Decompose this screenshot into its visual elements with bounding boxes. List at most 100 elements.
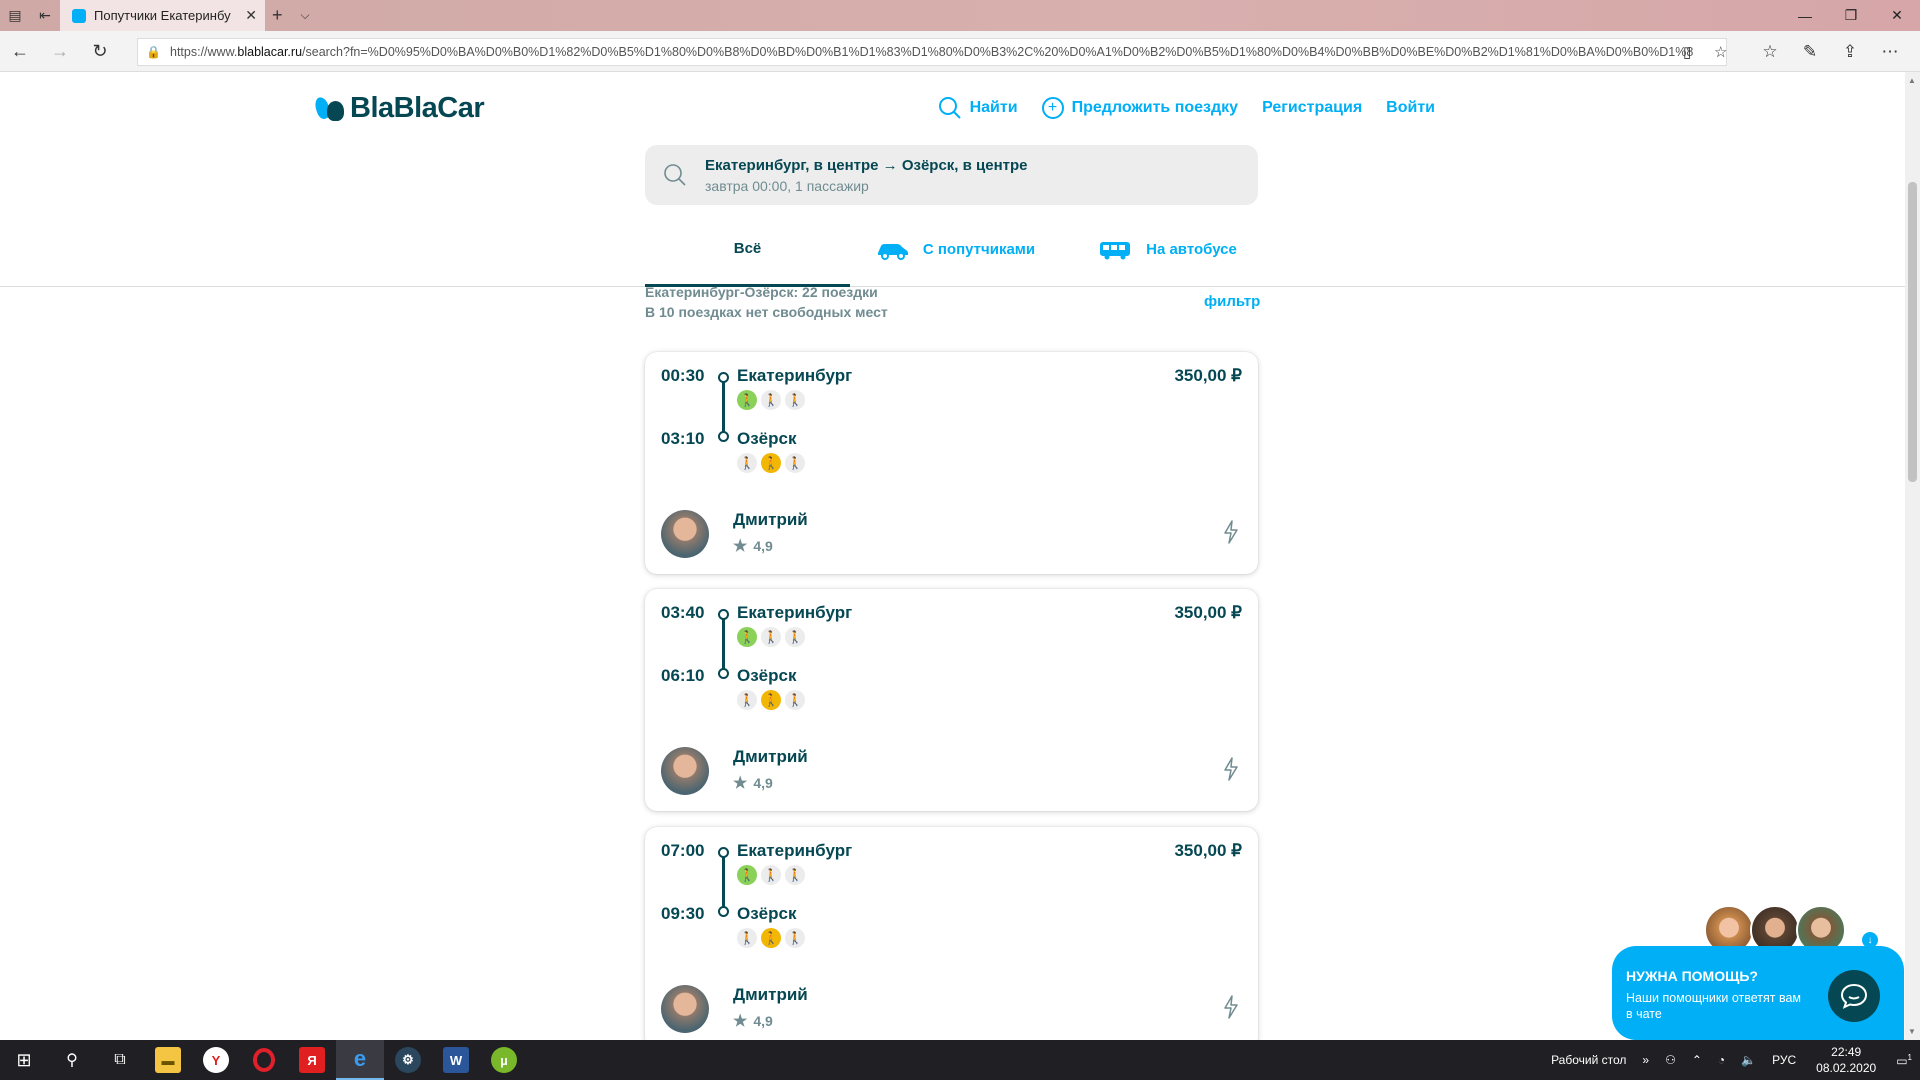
star-icon: ★ (733, 775, 748, 792)
tab-menu-chevron-icon[interactable]: ⌵ (301, 8, 310, 23)
edge-icon[interactable]: e (336, 1040, 384, 1080)
walk-far-icon: 🚶 (785, 865, 805, 885)
blablacar-logo[interactable]: BlaBlaCar (312, 92, 485, 125)
back-icon[interactable]: ← (0, 31, 40, 72)
driver-avatar (661, 747, 709, 795)
departure-proximity: 🚶 🚶 🚶 (737, 865, 805, 885)
file-explorer-icon[interactable]: ▬ (144, 1040, 192, 1080)
search-details: завтра 00:00, 1 пассажир (705, 177, 869, 194)
tab-title: Попутчики Екатеринбу (94, 8, 231, 23)
scroll-up-icon[interactable]: ▲ (1908, 76, 1916, 85)
address-field[interactable]: 🔒 https://www. blablacar.ru/search?fn=%D0… (137, 38, 1727, 66)
trip-card[interactable]: 03:40 Екатеринбург 🚶 🚶 🚶 06:10 Озёрск 🚶 … (645, 589, 1258, 811)
language-indicator[interactable]: РУС (1764, 1053, 1804, 1067)
walk-mid-icon: 🚶 (761, 928, 781, 948)
close-window-icon[interactable]: ✕ (1874, 0, 1920, 31)
ride-type-tabs: Всё С попутчиками На автобусе (0, 212, 1905, 287)
page-viewport: BlaBlaCar Найти + Предложить поездку Рег… (0, 72, 1905, 1040)
new-tab-icon[interactable]: + (272, 5, 283, 26)
clock[interactable]: 22:49 08.02.2020 (1804, 1044, 1888, 1076)
scroll-down-icon[interactable]: ▼ (1908, 1027, 1916, 1036)
url-path: /search?fn=%D0%95%D0%BA%D0%B0%D1%82%D0%B… (302, 45, 1694, 59)
trip-price: 350,00 ₽ (1174, 603, 1242, 622)
toolbar-expand-icon[interactable]: » (1634, 1053, 1657, 1067)
arrival-proximity: 🚶 🚶 🚶 (737, 690, 805, 710)
arrival-dot (718, 668, 729, 679)
refresh-icon[interactable]: ↻ (80, 31, 120, 72)
tab-carpool[interactable]: С попутчиками (870, 212, 1040, 287)
favorites-hub-icon[interactable]: ☆ (1750, 42, 1790, 62)
nav-find[interactable]: Найти (938, 96, 1018, 120)
volume-icon[interactable]: 🔈 (1733, 1053, 1764, 1067)
reading-view-icon[interactable]: ▯ (1683, 38, 1691, 66)
tab-bus[interactable]: На автобусе (1085, 212, 1250, 287)
walk-near-icon: 🚶 (737, 627, 757, 647)
page-scrollbar[interactable]: ▲ ▼ (1905, 72, 1920, 1040)
departure-city: Екатеринбург (737, 841, 853, 860)
nav-login[interactable]: Войти (1386, 99, 1435, 117)
departure-proximity: 🚶 🚶 🚶 (737, 627, 805, 647)
arrival-time: 06:10 (661, 666, 705, 685)
restore-icon[interactable]: ❐ (1828, 0, 1874, 31)
utorrent-icon[interactable]: µ (480, 1040, 528, 1080)
chat-bubble-icon[interactable] (1828, 970, 1880, 1022)
favorite-star-icon[interactable]: ☆ (1714, 38, 1727, 66)
walk-near-icon: 🚶 (737, 865, 757, 885)
nav-offer-ride[interactable]: + Предложить поездку (1041, 97, 1238, 119)
steam-icon[interactable]: ⚙ (384, 1040, 432, 1080)
more-icon[interactable]: ⋯ (1870, 42, 1910, 62)
desktop-toolbar-label[interactable]: Рабочий стол (1543, 1053, 1634, 1067)
star-icon: ★ (733, 538, 748, 555)
walk-near-icon: 🚶 (737, 453, 757, 473)
arrival-time: 09:30 (661, 904, 705, 923)
driver-rating: ★ 4,9 (733, 1011, 773, 1031)
walk-mid-icon: 🚶 (761, 627, 781, 647)
logo-text: BlaBlaCar (350, 92, 485, 124)
instant-booking-icon (1222, 520, 1240, 550)
walk-near-icon: 🚶 (737, 690, 757, 710)
trip-card[interactable]: 00:30 Екатеринбург 🚶 🚶 🚶 03:10 Озёрск 🚶 … (645, 352, 1258, 574)
network-icon[interactable]: ◔ (1710, 1053, 1733, 1067)
arrival-dot (718, 431, 729, 442)
minimize-icon[interactable]: — (1782, 0, 1828, 31)
filter-link[interactable]: фильтр (1204, 293, 1260, 310)
driver-name: Дмитрий (733, 747, 808, 766)
tab-list-icon[interactable]: ▤ (0, 0, 30, 31)
departure-time: 00:30 (661, 366, 705, 385)
people-icon[interactable]: ⚇ (1657, 1053, 1684, 1067)
notifications-icon[interactable]: ▭1 (1888, 1053, 1920, 1068)
search-summary-box[interactable]: Екатеринбург, в центре → Озёрск, в центр… (645, 145, 1258, 205)
scrollbar-thumb[interactable] (1908, 182, 1917, 482)
start-windows-icon[interactable]: ⊞ (0, 1040, 48, 1080)
close-tab-icon[interactable]: ✕ (245, 7, 257, 24)
nav-register[interactable]: Регистрация (1262, 99, 1362, 117)
trip-card[interactable]: 07:00 Екатеринбург 🚶 🚶 🚶 09:30 Озёрск 🚶 … (645, 827, 1258, 1040)
yandex-browser-icon[interactable]: Y (192, 1040, 240, 1080)
rating-value: 4,9 (753, 538, 773, 554)
departure-city: Екатеринбург (737, 366, 853, 385)
trip-price: 350,00 ₽ (1174, 366, 1242, 385)
opera-icon[interactable] (240, 1040, 288, 1080)
help-chat-widget[interactable]: НУЖНА ПОМОЩЬ? Наши помощники ответят вам… (1612, 946, 1904, 1040)
pen-icon[interactable]: ✎ (1790, 42, 1830, 62)
tray-chevron-icon[interactable]: ⌃ (1684, 1053, 1710, 1067)
share-icon[interactable]: ⇪ (1830, 42, 1870, 62)
system-tray: Рабочий стол » ⚇ ⌃ ◔ 🔈 РУС 22:49 08.02.2… (1543, 1040, 1920, 1080)
trip-price: 350,00 ₽ (1174, 841, 1242, 860)
driver-rating: ★ 4,9 (733, 773, 773, 793)
walk-far-icon: 🚶 (785, 690, 805, 710)
yandex-icon[interactable]: Я (288, 1040, 336, 1080)
results-summary: Екатеринбург-Озёрск: 22 поездки (645, 284, 878, 300)
task-view-icon[interactable]: ⧉ (96, 1040, 144, 1080)
search-icon[interactable]: ⚲ (48, 1040, 96, 1080)
tab-all[interactable]: Всё (645, 212, 850, 287)
car-icon (877, 243, 908, 260)
forward-icon[interactable]: → (40, 31, 80, 72)
arrival-city: Озёрск (737, 429, 797, 448)
arrival-city: Озёрск (737, 904, 797, 923)
walk-near-icon: 🚶 (737, 928, 757, 948)
set-aside-tabs-icon[interactable]: ⇤ (30, 0, 60, 31)
word-icon[interactable]: W (432, 1040, 480, 1080)
departure-dot (718, 372, 729, 383)
browser-tab[interactable]: Попутчики Екатеринбу ✕ (60, 0, 265, 31)
